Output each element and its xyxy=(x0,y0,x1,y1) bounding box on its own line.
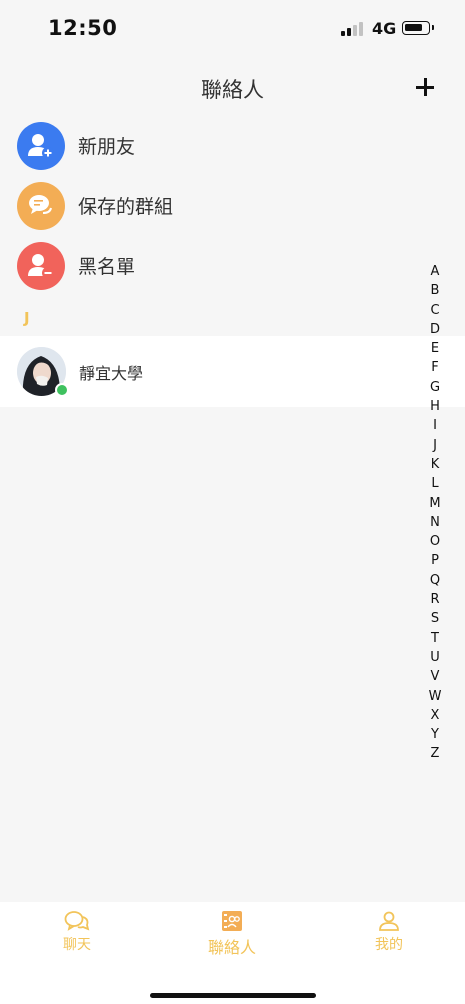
index-letter[interactable]: T xyxy=(420,629,450,648)
index-letter[interactable]: U xyxy=(420,648,450,667)
group-chat-icon xyxy=(17,182,65,230)
index-letter[interactable]: A xyxy=(420,262,450,281)
index-letter[interactable]: X xyxy=(420,706,450,725)
tab-chat[interactable]: 聊天 xyxy=(27,910,127,970)
contacts-icon xyxy=(222,911,242,931)
index-letter[interactable]: W xyxy=(420,687,450,706)
index-letter[interactable]: F xyxy=(420,358,450,377)
blacklist-item[interactable]: 黑名單 xyxy=(0,236,400,296)
network-label: 4G xyxy=(372,19,397,38)
tab-me[interactable]: 我的 xyxy=(339,910,439,970)
contact-name: 靜宜大學 xyxy=(79,364,144,383)
index-letter[interactable]: N xyxy=(420,513,450,532)
home-indicator xyxy=(150,993,316,998)
status-bar: 12:50 4G xyxy=(0,0,465,56)
index-letter[interactable]: G xyxy=(420,378,450,397)
contact-row[interactable]: 靜宜大學 xyxy=(0,336,465,407)
index-letter[interactable]: P xyxy=(420,551,450,570)
section-header-letter: J xyxy=(24,309,30,327)
chat-icon xyxy=(64,911,90,931)
saved-groups-item[interactable]: 保存的群組 xyxy=(0,176,400,236)
new-friends-item[interactable]: 新朋友 xyxy=(0,116,400,176)
online-status-dot xyxy=(55,383,69,397)
index-letter[interactable]: H xyxy=(420,397,450,416)
battery-icon xyxy=(402,21,434,35)
index-letter[interactable]: J xyxy=(420,436,450,455)
index-letter[interactable]: Q xyxy=(420,571,450,590)
index-letter[interactable]: M xyxy=(420,494,450,513)
alphabet-index[interactable]: ABCDEFGHIJKLMNOPQRSTUVWXYZ xyxy=(420,262,450,768)
plus-icon[interactable] xyxy=(410,72,440,102)
index-letter[interactable]: I xyxy=(420,416,450,435)
block-user-icon xyxy=(17,242,65,290)
status-time: 12:50 xyxy=(48,16,118,40)
index-letter[interactable]: B xyxy=(420,281,450,300)
index-letter[interactable]: V xyxy=(420,667,450,686)
add-user-icon xyxy=(17,122,65,170)
profile-icon xyxy=(379,911,399,931)
menu-label: 黑名單 xyxy=(78,256,136,278)
index-letter[interactable]: Z xyxy=(420,744,450,763)
menu-label: 新朋友 xyxy=(78,136,136,158)
index-letter[interactable]: K xyxy=(420,455,450,474)
signal-icon xyxy=(341,22,365,36)
index-letter[interactable]: O xyxy=(420,532,450,551)
tab-bar: 聊天 聯絡人 我的 xyxy=(0,902,465,1004)
index-letter[interactable]: E xyxy=(420,339,450,358)
page-title: 聯絡人 xyxy=(201,78,264,102)
tab-label: 我的 xyxy=(375,937,403,953)
tab-label: 聯絡人 xyxy=(207,938,256,957)
tab-label: 聊天 xyxy=(63,937,91,953)
index-letter[interactable]: L xyxy=(420,474,450,493)
menu-label: 保存的群組 xyxy=(78,196,174,218)
tab-contacts[interactable]: 聯絡人 xyxy=(182,910,282,970)
index-letter[interactable]: S xyxy=(420,609,450,628)
index-letter[interactable]: C xyxy=(420,301,450,320)
index-letter[interactable]: R xyxy=(420,590,450,609)
index-letter[interactable]: D xyxy=(420,320,450,339)
index-letter[interactable]: Y xyxy=(420,725,450,744)
